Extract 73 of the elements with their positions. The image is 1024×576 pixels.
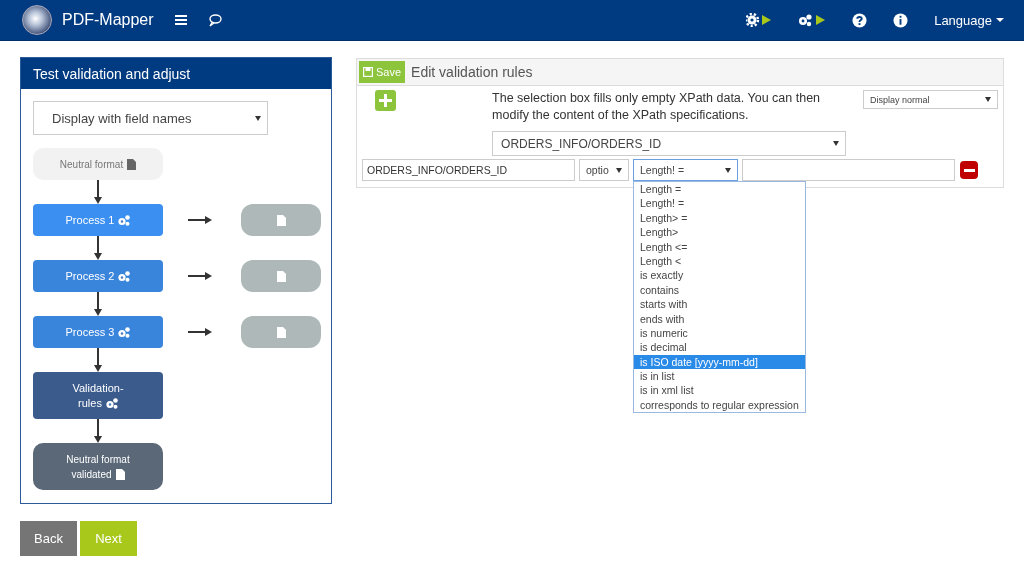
- flow-node[interactable]: Validation- rules: [33, 372, 163, 419]
- node-label: validated: [71, 467, 112, 482]
- right-arrow: [188, 271, 212, 281]
- menu-icon[interactable]: [173, 14, 188, 26]
- language-menu[interactable]: Language: [934, 12, 1004, 28]
- flow-node[interactable]: Process 2: [33, 260, 163, 292]
- node-label: Neutral format: [59, 158, 124, 170]
- node-label: rules: [78, 395, 102, 411]
- display-select[interactable]: Display with field names: [33, 101, 268, 135]
- info-icon[interactable]: [893, 12, 909, 28]
- node-label: Process 2: [65, 270, 115, 282]
- operator-option[interactable]: Length <: [634, 253, 805, 269]
- gears-play-icon[interactable]: [798, 13, 827, 27]
- operator-option[interactable]: is in xml list: [634, 383, 805, 398]
- operator-option[interactable]: is ISO date [yyyy-mm-dd]: [634, 354, 805, 370]
- right-arrow: [188, 327, 212, 337]
- file-icon: [115, 468, 125, 480]
- operator-option[interactable]: Length <=: [634, 239, 805, 254]
- flow-node[interactable]: Neutral format validated: [33, 443, 163, 490]
- down-arrow: [93, 419, 103, 443]
- down-arrow: [93, 292, 103, 316]
- option-select[interactable]: optio: [579, 159, 629, 181]
- operator-option[interactable]: Length! =: [634, 196, 805, 211]
- value-field[interactable]: [742, 159, 955, 181]
- file-icon: [276, 270, 286, 282]
- operator-option[interactable]: is numeric: [634, 325, 805, 341]
- operator-option[interactable]: corresponds to regular expression: [634, 397, 805, 413]
- flow-node[interactable]: Process 3: [33, 316, 163, 348]
- panel-title: Test validation and adjust: [33, 65, 191, 82]
- plus-icon: [379, 94, 392, 107]
- node-label: Validation-: [72, 380, 124, 396]
- node-label: Process 3: [65, 326, 115, 338]
- gears-icon: [118, 214, 131, 226]
- operator-option[interactable]: ends with: [634, 311, 805, 326]
- brand-name[interactable]: PDF-Mapper: [62, 11, 154, 29]
- right-arrow: [188, 215, 212, 225]
- minus-icon: [963, 168, 975, 172]
- gears-icon: [118, 270, 131, 282]
- operator-select[interactable]: Length! =: [633, 159, 738, 181]
- flow-node[interactable]: Neutral format: [33, 148, 163, 180]
- floppy-icon: [363, 67, 373, 77]
- operator-option[interactable]: contains: [634, 282, 805, 298]
- hint-text: The selection box fills only empty XPath data. You can then modify the content of the XPath specifications.: [492, 90, 822, 124]
- down-arrow: [93, 348, 103, 372]
- operator-option[interactable]: Length>: [634, 225, 805, 240]
- output-node[interactable]: [241, 204, 321, 236]
- output-node[interactable]: [241, 316, 321, 348]
- node-label: Neutral format: [66, 452, 130, 467]
- help-icon[interactable]: [852, 12, 868, 28]
- editor-title: Edit validation rules: [411, 64, 533, 80]
- comment-icon[interactable]: [207, 13, 222, 27]
- node-label: Process 1: [65, 214, 115, 226]
- operator-option[interactable]: starts with: [634, 297, 805, 312]
- gear-play-icon[interactable]: [746, 13, 773, 27]
- xpath-select[interactable]: ORDERS_INFO/ORDERS_ID: [492, 131, 847, 156]
- operator-option[interactable]: is decimal: [634, 340, 805, 355]
- gears-icon: [105, 397, 118, 409]
- down-arrow: [93, 180, 103, 204]
- back-button[interactable]: Back: [20, 521, 77, 556]
- remove-button[interactable]: [960, 161, 978, 179]
- operator-option[interactable]: Length> =: [634, 210, 805, 226]
- gears-icon: [118, 326, 131, 338]
- operator-option[interactable]: Length =: [634, 182, 805, 197]
- file-icon: [276, 326, 286, 338]
- operator-option[interactable]: is in list: [634, 369, 805, 384]
- output-node[interactable]: [241, 260, 321, 292]
- xpath-field[interactable]: ORDERS_INFO/ORDERS_ID: [362, 159, 575, 181]
- operator-option[interactable]: is exactly: [634, 268, 805, 283]
- file-icon: [276, 214, 286, 226]
- logo-icon: [22, 5, 52, 35]
- down-arrow: [93, 236, 103, 260]
- file-icon: [127, 158, 137, 170]
- display-mode-select[interactable]: Display normal: [863, 90, 998, 109]
